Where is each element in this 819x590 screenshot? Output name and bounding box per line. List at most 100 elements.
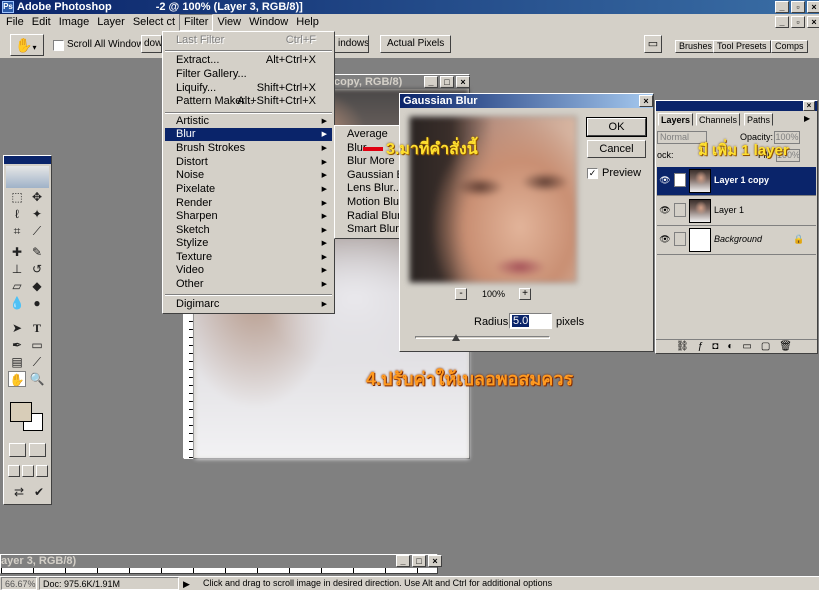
tab-comps[interactable]: Comps: [771, 40, 808, 53]
menu-help[interactable]: Help: [292, 15, 323, 30]
zoom-in-button[interactable]: +: [519, 288, 531, 300]
jump-to-icon[interactable]: ✔: [30, 484, 48, 500]
imageready-icon[interactable]: ⇄: [10, 484, 28, 500]
marquee-tool-icon[interactable]: ⬚: [8, 189, 26, 205]
trash-icon[interactable]: 🗑: [779, 341, 801, 352]
doc2-maximize-icon[interactable]: □: [412, 555, 426, 567]
radius-slider-track[interactable]: [415, 336, 550, 339]
doc2-close-icon[interactable]: ×: [428, 555, 442, 567]
minimize-icon[interactable]: _: [775, 1, 789, 13]
actual-pixels-button[interactable]: Actual Pixels: [380, 35, 452, 53]
menu-item-brush-strokes[interactable]: Brush Strokes ▶: [165, 142, 332, 155]
shape-tool-icon[interactable]: ▭: [28, 337, 46, 353]
menu-window[interactable]: Window: [245, 15, 292, 30]
tab-brushes[interactable]: Brushes: [675, 40, 717, 53]
menu-item-stylize[interactable]: Stylize ▶: [165, 237, 332, 250]
doc2-minimize-icon[interactable]: _: [396, 555, 410, 567]
hand-tool-icon[interactable]: ✋: [8, 371, 26, 387]
menu-item-other[interactable]: Other ▶: [165, 278, 332, 291]
eraser-tool-icon[interactable]: ▱: [8, 278, 26, 294]
eye-icon[interactable]: 👁: [659, 233, 671, 245]
menu-item-pixelate[interactable]: Pixelate ▶: [165, 183, 332, 196]
layer-row-layer-1-copy[interactable]: 👁 Layer 1 copy: [657, 167, 816, 196]
layer-row-background[interactable]: 👁 Background 🔒: [657, 226, 816, 255]
layer-style-icon[interactable]: ƒ: [698, 341, 713, 352]
history-brush-tool-icon[interactable]: ↺: [28, 261, 46, 277]
menu-item-render[interactable]: Render ▶: [165, 197, 332, 210]
tab-paths[interactable]: Paths: [744, 113, 774, 126]
palette-close-icon[interactable]: ×: [803, 101, 815, 111]
doc-win-minimize-icon[interactable]: _: [424, 76, 438, 88]
cancel-button[interactable]: Cancel: [587, 140, 646, 158]
info-arrow-icon[interactable]: ▶: [183, 578, 190, 590]
move-tool-icon[interactable]: ✥: [28, 189, 46, 205]
clone-stamp-tool-icon[interactable]: ⊥: [8, 261, 26, 277]
palette-menu-icon[interactable]: ▶: [804, 114, 810, 123]
type-tool-icon[interactable]: T: [28, 320, 46, 336]
screen-mode-standard-icon[interactable]: [8, 465, 20, 477]
quick-mask-mode-icon[interactable]: [29, 443, 46, 457]
menu-item-distort[interactable]: Distort ▶: [165, 156, 332, 169]
menu-filter[interactable]: Filter: [179, 14, 214, 31]
new-group-icon[interactable]: ▭: [742, 341, 760, 352]
dialog-close-icon[interactable]: ×: [639, 95, 653, 107]
notes-tool-icon[interactable]: ▤: [8, 354, 26, 370]
fit-windows-fragment-button[interactable]: indows: [333, 35, 369, 53]
actual-pixels-fragment-button[interactable]: dow: [141, 35, 162, 53]
doc-win-close-icon[interactable]: ×: [456, 76, 470, 88]
tab-layers[interactable]: Layers: [658, 113, 694, 126]
doc-minimize-icon[interactable]: _: [775, 16, 789, 28]
foreground-color-swatch[interactable]: [10, 402, 32, 422]
zoom-tool-icon[interactable]: 🔍: [28, 371, 46, 387]
paint-bucket-tool-icon[interactable]: ◆: [28, 278, 46, 294]
screen-mode-menu-icon[interactable]: [22, 465, 34, 477]
blur-tool-icon[interactable]: 💧: [8, 295, 26, 311]
close-icon[interactable]: ×: [807, 1, 819, 13]
screen-mode-full-icon[interactable]: [36, 465, 48, 477]
menu-item-sketch[interactable]: Sketch ▶: [165, 224, 332, 237]
menu-item-blur[interactable]: Blur ▶: [165, 128, 332, 141]
eyedropper-tool-icon[interactable]: ⟋: [28, 354, 46, 370]
menu-edit[interactable]: Edit: [28, 15, 55, 30]
menu-item-digimarc[interactable]: Digimarc ▶: [165, 298, 332, 311]
new-layer-icon[interactable]: ▢: [761, 341, 779, 352]
preview-checkbox[interactable]: ✓: [587, 168, 598, 179]
menu-item-liquify[interactable]: Liquify... Shift+Ctrl+X: [165, 82, 332, 95]
pen-tool-icon[interactable]: ✒: [8, 337, 26, 353]
layer-link-box[interactable]: [674, 203, 686, 217]
menu-file[interactable]: File: [2, 15, 28, 30]
adjustment-layer-icon[interactable]: ◐: [727, 341, 742, 352]
healing-brush-tool-icon[interactable]: ✚: [8, 244, 26, 260]
doc-close-icon[interactable]: ×: [807, 16, 819, 28]
eye-icon[interactable]: 👁: [659, 174, 671, 186]
menu-item-pattern-maker[interactable]: Pattern Maker... Alt+Shift+Ctrl+X: [165, 95, 332, 108]
zoom-field[interactable]: 66.67%: [1, 577, 37, 590]
restore-icon[interactable]: ▫: [791, 1, 805, 13]
tab-channels[interactable]: Channels: [696, 113, 741, 126]
scroll-all-checkbox[interactable]: [53, 40, 64, 51]
link-layers-icon[interactable]: ⛓: [676, 341, 698, 352]
ok-button[interactable]: OK: [586, 117, 647, 137]
layer-mask-icon[interactable]: ◘: [712, 341, 727, 352]
brush-tool-icon[interactable]: ✎: [28, 244, 46, 260]
palette-well-icon[interactable]: ▭: [644, 35, 662, 53]
hand-tool-preset[interactable]: ✋▾: [10, 34, 44, 56]
menu-item-extract[interactable]: Extract... Alt+Ctrl+X: [165, 54, 332, 67]
menu-item-artistic[interactable]: Artistic ▶: [165, 115, 332, 128]
doc-restore-icon[interactable]: ▫: [791, 16, 805, 28]
slice-tool-icon[interactable]: ⟋: [28, 223, 46, 239]
tab-tool-presets[interactable]: Tool Presets: [713, 40, 771, 53]
dodge-tool-icon[interactable]: ●: [28, 295, 46, 311]
menu-select[interactable]: Select ct: [129, 15, 179, 30]
radius-input[interactable]: 5.0: [509, 313, 552, 329]
menu-item-filter-gallery[interactable]: Filter Gallery...: [165, 68, 332, 81]
path-selection-tool-icon[interactable]: ➤: [8, 320, 26, 336]
magic-wand-tool-icon[interactable]: ✦: [28, 206, 46, 222]
menu-item-sharpen[interactable]: Sharpen ▶: [165, 210, 332, 223]
standard-mode-icon[interactable]: [9, 443, 26, 457]
doc-win-maximize-icon[interactable]: □: [440, 76, 454, 88]
menu-item-texture[interactable]: Texture ▶: [165, 251, 332, 264]
menu-view[interactable]: View: [213, 15, 245, 30]
radius-slider-thumb[interactable]: [451, 334, 460, 341]
menu-item-noise[interactable]: Noise ▶: [165, 169, 332, 182]
